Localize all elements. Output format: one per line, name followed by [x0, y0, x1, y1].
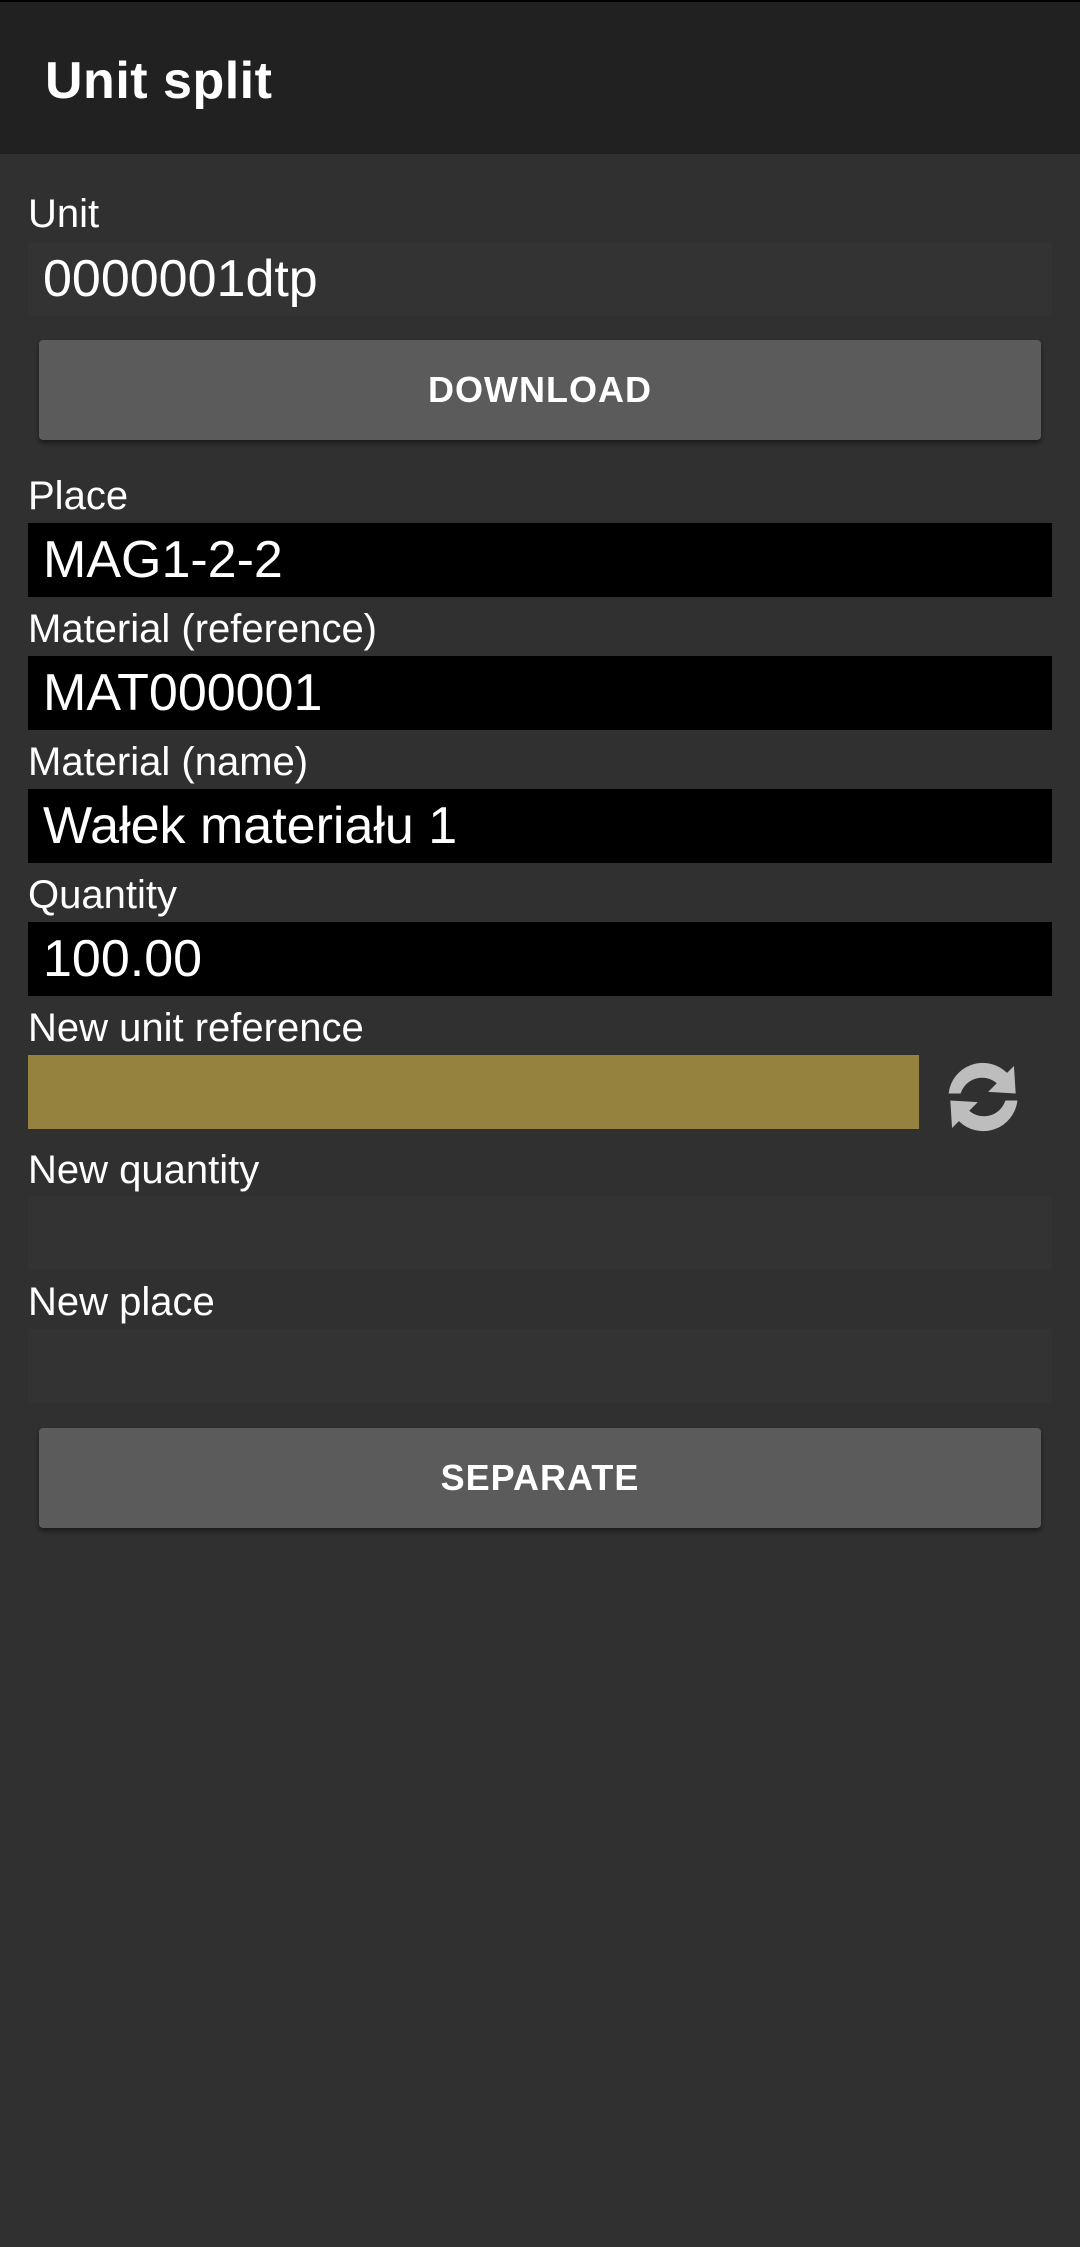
material-name-field: Wałek materiału 1	[28, 789, 1052, 863]
material-name-label: Material (name)	[28, 740, 309, 784]
download-button[interactable]: DOWNLOAD	[39, 340, 1041, 440]
new-place-input[interactable]	[28, 1329, 1052, 1403]
new-quantity-label: New quantity	[28, 1148, 260, 1192]
material-reference-label: Material (reference)	[28, 607, 378, 651]
separate-button[interactable]: SEPARATE	[39, 1428, 1041, 1528]
new-place-label: New place	[28, 1280, 215, 1324]
new-unit-reference-input[interactable]	[28, 1055, 919, 1129]
page-title: Unit split	[45, 52, 273, 110]
app-bar: Unit split	[0, 0, 1080, 154]
quantity-field: 100.00	[28, 922, 1052, 996]
place-field: MAG1-2-2	[28, 523, 1052, 597]
refresh-icon[interactable]	[940, 1054, 1026, 1140]
unit-label: Unit	[28, 192, 100, 236]
material-reference-field: MAT000001	[28, 656, 1052, 730]
unit-input[interactable]: 0000001dtp	[28, 242, 1052, 316]
place-label: Place	[28, 474, 129, 518]
new-unit-reference-label: New unit reference	[28, 1006, 364, 1050]
quantity-label: Quantity	[28, 873, 177, 917]
new-quantity-input[interactable]	[28, 1196, 1052, 1270]
